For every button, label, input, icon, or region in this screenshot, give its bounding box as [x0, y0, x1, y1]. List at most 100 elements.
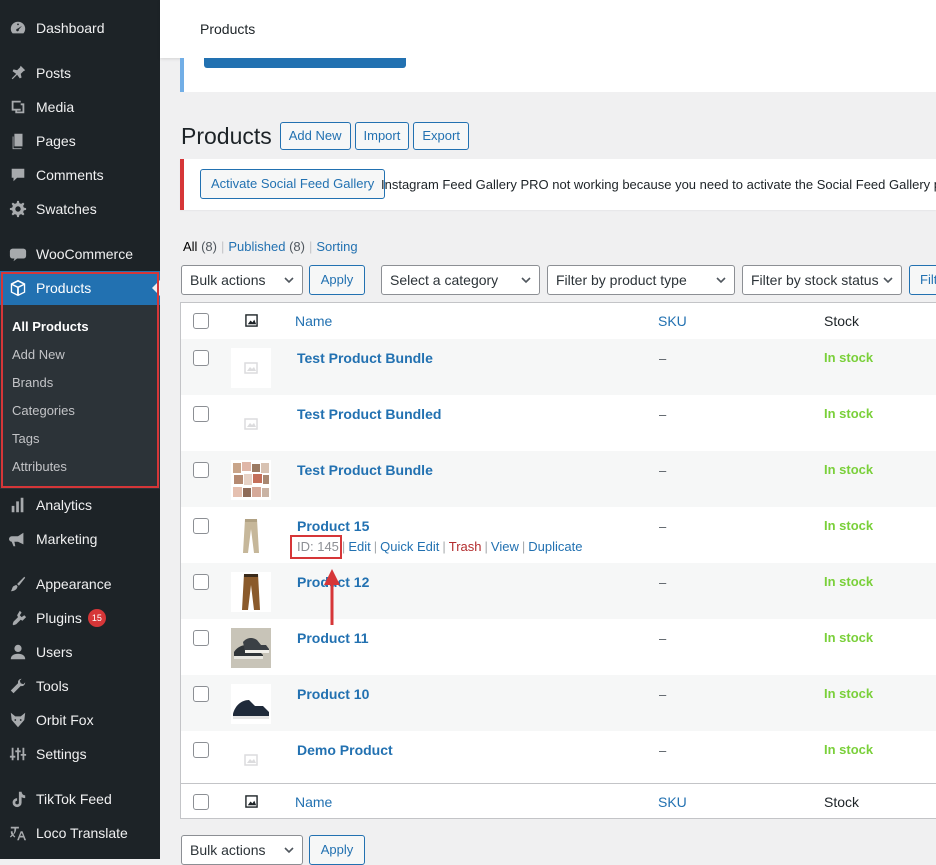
menu-users[interactable]: Users — [0, 635, 160, 669]
column-name-footer[interactable]: Name — [295, 794, 332, 810]
submenu-brands[interactable]: Brands — [12, 375, 53, 390]
bulk-actions-select[interactable]: Bulk actions — [181, 265, 303, 295]
apply-button-bottom[interactable]: Apply — [309, 835, 365, 865]
product-name-link[interactable]: Product 10 — [297, 686, 369, 702]
stock-status-filter-select[interactable]: Filter by stock status — [742, 265, 902, 295]
notice-message: Instagram Feed Gallery PRO not working b… — [381, 177, 936, 192]
dark-shoe-thumbnail[interactable] — [231, 684, 271, 724]
bulk-actions-select-bottom[interactable]: Bulk actions — [181, 835, 303, 865]
chevron-down-icon — [521, 277, 531, 284]
product-sku: – — [659, 351, 667, 366]
menu-settings[interactable]: Settings — [0, 737, 160, 771]
menu-analytics[interactable]: Analytics — [0, 488, 160, 522]
table-footer: Name SKU Stock — [181, 783, 936, 820]
trash-link[interactable]: Trash — [449, 539, 482, 554]
menu-comments[interactable]: Comments — [0, 158, 160, 192]
view-all-link[interactable]: All (8) — [183, 239, 217, 254]
sneakers-thumbnail[interactable] — [231, 628, 271, 668]
product-name-link[interactable]: Test Product Bundled — [297, 406, 441, 422]
export-button[interactable]: Export — [413, 122, 469, 150]
menu-tiktok-feed[interactable]: TikTok Feed — [0, 782, 160, 816]
product-sku: – — [659, 463, 667, 478]
menu-marketing[interactable]: Marketing — [0, 522, 160, 556]
row-checkbox[interactable] — [193, 518, 209, 534]
menu-swatches-label: Swatches — [36, 201, 97, 217]
product-name-link[interactable]: Test Product Bundle — [297, 462, 433, 478]
menu-products[interactable]: Products — [0, 271, 160, 305]
row-checkbox[interactable] — [193, 574, 209, 590]
stock-status: In stock — [824, 574, 874, 589]
row-checkbox[interactable] — [193, 742, 209, 758]
product-name-link[interactable]: Product 15 — [297, 518, 369, 534]
category-filter-select[interactable]: Select a category — [381, 265, 540, 295]
row-checkbox[interactable] — [193, 462, 209, 478]
submenu-add-new[interactable]: Add New — [12, 347, 65, 362]
import-button[interactable]: Import — [354, 122, 410, 150]
placeholder-thumbnail[interactable] — [231, 740, 271, 780]
view-sorting-link[interactable]: Sorting — [316, 239, 357, 254]
edit-link[interactable]: Edit — [348, 539, 370, 554]
menu-woocommerce[interactable]: WooCommerce — [0, 237, 160, 271]
product-name-link[interactable]: Test Product Bundle — [297, 350, 433, 366]
placeholder-thumbnail[interactable] — [231, 404, 271, 444]
placeholder-thumbnail[interactable] — [231, 348, 271, 388]
menu-plugins[interactable]: Plugins 15 — [0, 601, 160, 635]
menu-posts-label: Posts — [36, 65, 72, 81]
menu-swatches[interactable]: Swatches — [0, 192, 160, 226]
user-icon — [8, 642, 28, 662]
collage-thumbnail[interactable] — [231, 460, 271, 500]
product-name-link[interactable]: Demo Product — [297, 742, 393, 758]
menu-dashboard[interactable]: Dashboard — [0, 11, 160, 45]
row-action-separator: | — [484, 539, 488, 554]
social-feed-notice: Activate Social Feed Gallery Instagram F… — [180, 159, 936, 210]
view-separator: | — [308, 239, 313, 254]
product-sku: – — [659, 743, 667, 758]
select-all-checkbox-footer[interactable] — [193, 794, 209, 810]
column-sku-footer[interactable]: SKU — [658, 794, 687, 810]
submenu-tags[interactable]: Tags — [12, 431, 39, 446]
row-checkbox[interactable] — [193, 630, 209, 646]
brown-pants-thumbnail[interactable] — [231, 572, 271, 612]
menu-loco-translate[interactable]: Loco Translate — [0, 816, 160, 850]
quick-edit-link[interactable]: Quick Edit — [380, 539, 439, 554]
row-checkbox[interactable] — [193, 406, 209, 422]
filter-button[interactable]: Filter — [909, 265, 936, 295]
row-checkbox[interactable] — [193, 350, 209, 366]
menu-pages[interactable]: Pages — [0, 124, 160, 158]
menu-posts[interactable]: Posts — [0, 56, 160, 90]
submenu-all-products[interactable]: All Products — [12, 319, 89, 334]
view-published-link[interactable]: Published (8) — [228, 239, 305, 254]
submenu-categories[interactable]: Categories — [12, 403, 75, 418]
row-action-separator: | — [341, 539, 346, 554]
dashboard-icon — [8, 18, 28, 38]
menu-tools[interactable]: Tools — [0, 669, 160, 703]
apply-button[interactable]: Apply — [309, 265, 365, 295]
khaki-pants-thumbnail[interactable] — [231, 516, 271, 556]
product-name-link[interactable]: Product 11 — [297, 630, 369, 646]
menu-media[interactable]: Media — [0, 90, 160, 124]
product-name-link[interactable]: Product 12 — [297, 574, 369, 590]
add-new-button[interactable]: Add New — [279, 122, 351, 150]
image-column-icon — [245, 795, 258, 808]
settings-icon — [8, 744, 28, 764]
duplicate-link[interactable]: Duplicate — [528, 539, 582, 554]
view-link[interactable]: View — [491, 539, 519, 554]
column-sku-header[interactable]: SKU — [658, 313, 687, 329]
column-name-header[interactable]: Name — [295, 313, 332, 329]
product-sku: – — [659, 575, 667, 590]
menu-analytics-label: Analytics — [36, 497, 93, 513]
active-menu-arrow — [152, 280, 160, 296]
product-type-filter-select[interactable]: Filter by product type — [547, 265, 735, 295]
select-all-checkbox[interactable] — [193, 313, 209, 329]
product-type-filter-value: Filter by product type — [556, 272, 687, 288]
notice-button-stub[interactable] — [204, 58, 406, 68]
menu-appearance[interactable]: Appearance — [0, 567, 160, 601]
row-action-separator: | — [442, 539, 446, 554]
menu-plugins-label: Plugins — [36, 610, 82, 626]
menu-orbit-fox[interactable]: Orbit Fox — [0, 703, 160, 737]
submenu-attributes[interactable]: Attributes — [12, 459, 67, 474]
view-published-label: Published — [228, 239, 286, 254]
product-sku: – — [659, 519, 667, 534]
activate-social-feed-button[interactable]: Activate Social Feed Gallery — [200, 169, 386, 199]
row-checkbox[interactable] — [193, 686, 209, 702]
